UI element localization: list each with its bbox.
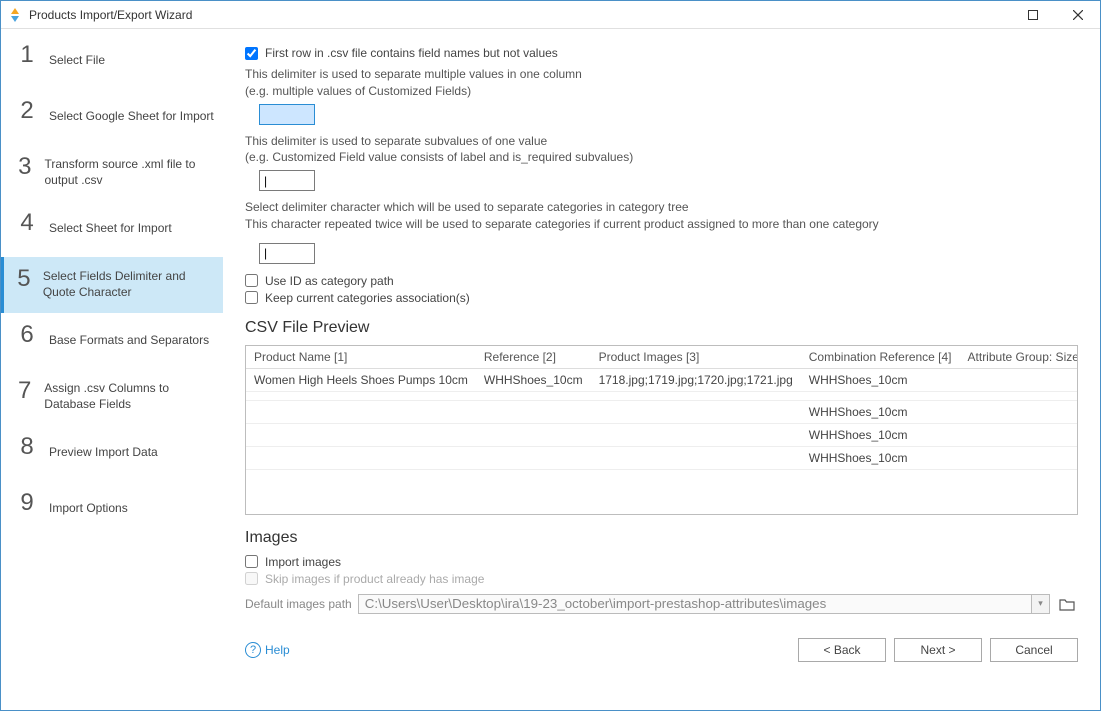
table-cell (476, 391, 591, 400)
table-cell: Women High Heels Shoes Pumps 10cm (246, 368, 476, 391)
table-cell: WHHShoes_10cm (476, 368, 591, 391)
step-1[interactable]: 1Select File (1, 33, 223, 89)
multi-delim-input[interactable] (259, 104, 315, 125)
step-4[interactable]: 4Select Sheet for Import (1, 201, 223, 257)
table-cell (960, 391, 1078, 400)
table-header-row: Product Name [1] Reference [2] Product I… (246, 346, 1078, 369)
keep-cat-label: Keep current categories association(s) (265, 291, 470, 305)
sub-delim-input[interactable] (259, 170, 315, 191)
table-cell: WHHShoes_10cm (801, 446, 960, 469)
wizard-sidebar: 1Select File 2Select Google Sheet for Im… (1, 29, 223, 710)
step-9[interactable]: 9Import Options (1, 481, 223, 537)
app-icon (7, 7, 23, 23)
images-path-dropdown[interactable]: ▾ (1032, 594, 1050, 614)
table-cell: WHHShoes_10cm (801, 423, 960, 446)
help-icon: ? (245, 642, 261, 658)
maximize-button[interactable] (1010, 1, 1055, 29)
table-cell (960, 368, 1078, 391)
sub-delim-desc2: (e.g. Customized Field value consists of… (245, 149, 1078, 166)
step-7[interactable]: 7Assign .csv Columns to Database Fields (1, 369, 223, 425)
skip-images-label: Skip images if product already has image (265, 572, 484, 586)
col-header[interactable]: Combination Reference [4] (801, 346, 960, 369)
multi-delim-desc1: This delimiter is used to separate multi… (245, 66, 1078, 83)
use-id-label: Use ID as category path (265, 274, 394, 288)
help-link[interactable]: ? Help (245, 642, 290, 658)
help-label: Help (265, 643, 290, 657)
table-row[interactable]: Women High Heels Shoes Pumps 10cmWHHShoe… (246, 368, 1078, 391)
table-cell (476, 423, 591, 446)
next-button[interactable]: Next > (894, 638, 982, 662)
step-5[interactable]: 5Select Fields Delimiter and Quote Chara… (1, 257, 223, 313)
csv-preview-title: CSV File Preview (245, 319, 1078, 337)
import-images-label: Import images (265, 555, 341, 569)
table-row[interactable] (246, 391, 1078, 400)
folder-icon[interactable] (1056, 594, 1078, 614)
table-cell: WHHShoes_10cm (801, 400, 960, 423)
close-button[interactable] (1055, 1, 1100, 29)
table-cell (591, 446, 801, 469)
table-cell (476, 400, 591, 423)
keep-cat-checkbox[interactable] (245, 291, 258, 304)
use-id-checkbox[interactable] (245, 274, 258, 287)
table-cell (246, 446, 476, 469)
table-cell (591, 423, 801, 446)
table-cell (801, 391, 960, 400)
table-row[interactable]: WHHShoes_10cm1720.jpg (246, 446, 1078, 469)
cat-delim-desc1: Select delimiter character which will be… (245, 199, 1078, 216)
images-path-label: Default images path (245, 597, 352, 611)
col-header[interactable]: Attribute Group: Size [5] (960, 346, 1078, 369)
table-cell (960, 400, 1078, 423)
csv-preview-grid[interactable]: Product Name [1] Reference [2] Product I… (245, 345, 1078, 515)
table-cell: 1718.jpg;1719.jpg;1720.jpg;1721.jpg (591, 368, 801, 391)
multi-delim-desc2: (e.g. multiple values of Customized Fiel… (245, 83, 1078, 100)
table-cell (591, 400, 801, 423)
table-cell (246, 391, 476, 400)
table-cell (246, 400, 476, 423)
col-header[interactable]: Reference [2] (476, 346, 591, 369)
table-cell (591, 391, 801, 400)
table-cell (246, 423, 476, 446)
first-row-checkbox[interactable] (245, 47, 258, 60)
col-header[interactable]: Product Name [1] (246, 346, 476, 369)
back-button[interactable]: < Back (798, 638, 886, 662)
step-3[interactable]: 3Transform source .xml file to output .c… (1, 145, 223, 201)
first-row-label: First row in .csv file contains field na… (265, 46, 558, 60)
cat-delim-input[interactable] (259, 243, 315, 264)
skip-images-checkbox (245, 572, 258, 585)
cancel-button[interactable]: Cancel (990, 638, 1078, 662)
table-cell (476, 446, 591, 469)
images-path-input[interactable] (358, 594, 1032, 614)
col-header[interactable]: Product Images [3] (591, 346, 801, 369)
table-cell (960, 423, 1078, 446)
sub-delim-desc1: This delimiter is used to separate subva… (245, 133, 1078, 150)
titlebar: Products Import/Export Wizard (1, 1, 1100, 29)
window-title: Products Import/Export Wizard (29, 8, 1010, 22)
main-panel: First row in .csv file contains field na… (223, 29, 1100, 710)
step-6[interactable]: 6Base Formats and Separators (1, 313, 223, 369)
table-row[interactable]: WHHShoes_10cm1718.jpg (246, 400, 1078, 423)
step-2[interactable]: 2Select Google Sheet for Import (1, 89, 223, 145)
images-title: Images (245, 529, 1078, 547)
step-8[interactable]: 8Preview Import Data (1, 425, 223, 481)
table-cell: WHHShoes_10cm (801, 368, 960, 391)
import-images-checkbox[interactable] (245, 555, 258, 568)
table-cell (960, 446, 1078, 469)
table-row[interactable]: WHHShoes_10cm1719.jpg (246, 423, 1078, 446)
cat-delim-desc2: This character repeated twice will be us… (245, 216, 1078, 233)
